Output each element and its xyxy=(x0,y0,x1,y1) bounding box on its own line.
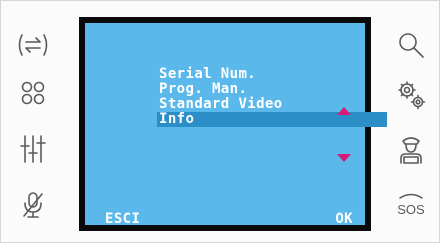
sos-button[interactable]: SOS xyxy=(387,187,435,227)
search-icon xyxy=(397,31,425,63)
search-button[interactable] xyxy=(387,27,435,67)
svg-text:SOS: SOS xyxy=(397,202,425,217)
softkey-ok[interactable]: OK xyxy=(335,211,353,227)
mic-mute-button[interactable] xyxy=(9,187,57,227)
adjustments-button[interactable] xyxy=(9,131,57,171)
menu-item-standard-video[interactable]: Standard Video xyxy=(157,97,387,112)
keypad-button[interactable] xyxy=(9,75,57,115)
dots-grid-icon xyxy=(20,80,46,110)
settings-button[interactable] xyxy=(387,77,435,117)
menu-item-info[interactable]: Info xyxy=(157,112,387,127)
mic-off-icon xyxy=(20,190,46,224)
menu-item-serial-num[interactable]: Serial Num. xyxy=(157,67,387,82)
display-screen: Serial Num. Prog. Man. Standard Video In… xyxy=(79,17,387,231)
menu-item-prog-man[interactable]: Prog. Man. xyxy=(157,82,387,97)
call-transfer-button[interactable] xyxy=(9,27,57,67)
sos-icon: SOS xyxy=(395,190,427,224)
scroll-down-arrow-icon[interactable] xyxy=(337,154,351,162)
intercom-panel: Serial Num. Prog. Man. Standard Video In… xyxy=(0,0,440,243)
lcd-area: Serial Num. Prog. Man. Standard Video In… xyxy=(85,23,387,227)
softkey-esci[interactable]: ESCI xyxy=(105,211,140,227)
scroll-up-arrow-icon[interactable] xyxy=(337,107,351,115)
sliders-icon xyxy=(19,134,47,168)
call-transfer-icon xyxy=(16,32,50,62)
concierge-icon xyxy=(396,133,426,169)
concierge-button[interactable] xyxy=(387,131,435,171)
settings-gears-icon xyxy=(395,79,427,115)
settings-menu: Serial Num. Prog. Man. Standard Video In… xyxy=(157,67,387,127)
